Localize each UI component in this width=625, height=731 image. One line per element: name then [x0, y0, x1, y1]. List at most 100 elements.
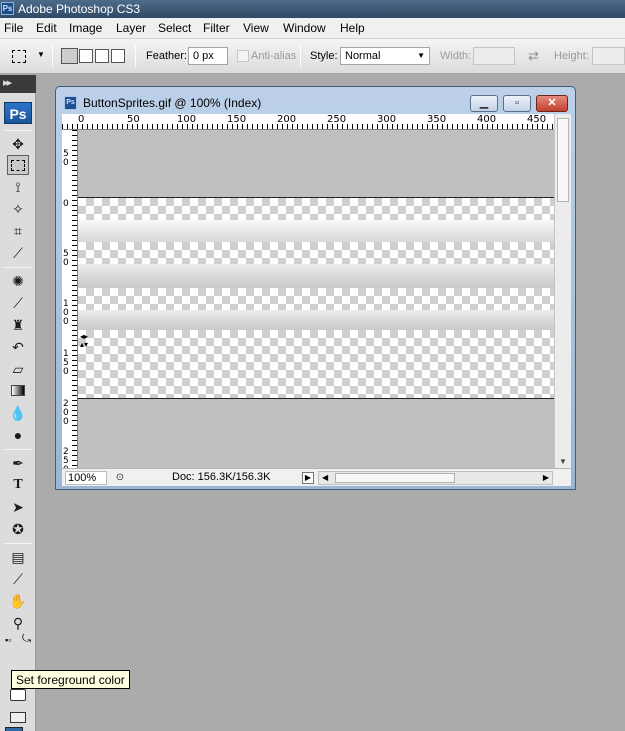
status-options-icon[interactable]: ⊙: [112, 471, 128, 485]
vertical-ruler[interactable]: 50 0 50 100 150 200 250: [62, 130, 78, 468]
menu-view[interactable]: View: [243, 21, 269, 35]
move-tool-icon[interactable]: ✥: [7, 134, 29, 154]
tools-panel-grip[interactable]: ▸▸: [0, 75, 36, 93]
hand-tool-icon[interactable]: ✋: [7, 591, 29, 611]
blur-tool-icon[interactable]: 💧: [7, 403, 29, 423]
minimize-button[interactable]: ▁: [470, 95, 498, 112]
swap-colors-icon[interactable]: ⤿: [22, 633, 31, 646]
foreground-color-swatch[interactable]: [5, 727, 23, 731]
menu-window[interactable]: Window: [283, 21, 326, 35]
ruler-label: 150: [63, 349, 69, 377]
screen-mode-icon[interactable]: [10, 712, 26, 723]
history-brush-tool-icon[interactable]: ↶: [7, 337, 29, 357]
feather-value: 0 px: [193, 50, 214, 62]
selection-mode-new[interactable]: [61, 48, 78, 64]
tools-separator: [4, 449, 32, 450]
transparency-band: [78, 330, 554, 398]
maximize-button[interactable]: ▫: [503, 95, 531, 112]
transparency-band: [78, 242, 554, 264]
menu-edit[interactable]: Edit: [36, 21, 57, 35]
menu-file[interactable]: File: [4, 21, 23, 35]
menu-image[interactable]: Image: [69, 21, 102, 35]
selection-mode-subtract[interactable]: [95, 49, 109, 63]
antialias-label: Anti-alias: [251, 50, 297, 62]
scroll-thumb[interactable]: [557, 118, 569, 202]
ruler-label: 50: [63, 249, 69, 268]
ruler-label: 100: [63, 299, 69, 327]
tools-panel: ▸▸ Ps ✥ ⟟ ✧ ⌗ ⟋ ✺ ⟋ ♜ ↶ ▱ 💧 ● ✒ T ➤ ✪ ▤ …: [0, 75, 36, 731]
style-label: Style:: [310, 50, 338, 62]
eraser-tool-icon[interactable]: ▱: [7, 359, 29, 379]
path-selection-tool-icon[interactable]: ➤: [7, 497, 29, 517]
healing-brush-tool-icon[interactable]: ✺: [7, 271, 29, 291]
scroll-down-icon[interactable]: ▼: [559, 457, 567, 466]
transparency-band: [78, 198, 554, 220]
close-button[interactable]: ✕: [536, 95, 568, 112]
height-label: Height:: [554, 50, 589, 62]
ruler-ticks: [72, 130, 77, 468]
height-input[interactable]: [592, 47, 625, 65]
minimize-icon: ▁: [479, 97, 489, 109]
gradient-swatch-icon: [11, 385, 25, 396]
crop-tool-icon[interactable]: ⌗: [7, 221, 29, 241]
swap-dimensions-icon[interactable]: ⇄: [528, 48, 539, 64]
chevron-down-icon: ▼: [37, 50, 45, 59]
transform-handle-icon[interactable]: ◂▸ ▴▾: [80, 333, 88, 349]
marquee-tool-icon[interactable]: [7, 155, 29, 175]
slice-tool-icon[interactable]: ⟋: [7, 243, 29, 263]
collapse-arrows-icon: ▸▸: [3, 77, 12, 89]
magic-wand-tool-icon[interactable]: ✧: [7, 199, 29, 219]
scroll-right-icon[interactable]: ▶: [543, 473, 549, 482]
options-separator: [300, 45, 301, 67]
horizontal-scrollbar[interactable]: ◀ ▶: [318, 471, 553, 485]
selection-mode-add[interactable]: [79, 49, 93, 63]
notes-tool-icon[interactable]: ▤: [7, 547, 29, 567]
ruler-label: 200: [277, 114, 297, 125]
pen-tool-icon[interactable]: ✒: [7, 453, 29, 473]
tooltip: Set foreground color: [11, 670, 130, 689]
ruler-label: 250: [327, 114, 347, 125]
ruler-label: 250: [63, 447, 69, 469]
style-select[interactable]: Normal ▼: [340, 47, 430, 65]
default-colors-icon[interactable]: ▪▫: [5, 635, 11, 645]
horizontal-ruler[interactable]: 0 50 100 150 200 250 300 350 400 450: [62, 114, 554, 130]
quick-mask-icon[interactable]: [10, 689, 26, 701]
menu-layer[interactable]: Layer: [116, 21, 146, 35]
selection-mode-intersect[interactable]: [111, 49, 125, 63]
ruler-label: 200: [63, 399, 69, 427]
close-icon: ✕: [547, 97, 557, 109]
tool-preset-picker[interactable]: ▼: [7, 47, 45, 67]
doc-size-info: Doc: 156.3K/156.3K: [172, 471, 271, 483]
menu-filter[interactable]: Filter: [203, 21, 230, 35]
lasso-tool-icon[interactable]: ⟟: [7, 177, 29, 197]
menu-select[interactable]: Select: [158, 21, 191, 35]
ruler-label: 300: [377, 114, 397, 125]
dodge-tool-icon[interactable]: ●: [7, 425, 29, 445]
status-menu-arrow-icon[interactable]: ▶: [302, 472, 314, 484]
antialias-checkbox[interactable]: [237, 50, 249, 62]
pasteboard-area: [78, 130, 554, 198]
maximize-icon: ▫: [515, 97, 519, 109]
eyedropper-tool-icon[interactable]: ⟋: [7, 569, 29, 589]
feather-input[interactable]: 0 px: [188, 47, 228, 65]
type-tool-icon[interactable]: T: [7, 475, 29, 495]
scroll-thumb[interactable]: [335, 473, 455, 483]
marquee-preset-icon: [12, 50, 26, 63]
zoom-level-field[interactable]: 100%: [65, 471, 107, 485]
ruler-label: 400: [477, 114, 497, 125]
button-sprite-active: [78, 310, 554, 330]
document-title: ButtonSprites.gif @ 100% (Index): [83, 96, 262, 110]
menu-help[interactable]: Help: [340, 21, 365, 35]
width-input[interactable]: [473, 47, 515, 65]
scroll-left-icon[interactable]: ◀: [322, 473, 328, 482]
image-canvas[interactable]: ◂▸ ▴▾: [78, 130, 554, 468]
options-bar: ▼ Feather: 0 px Anti-alias Style: Normal…: [0, 39, 625, 74]
custom-shape-tool-icon[interactable]: ✪: [7, 519, 29, 539]
clone-stamp-tool-icon[interactable]: ♜: [7, 315, 29, 335]
vertical-scrollbar[interactable]: ▼: [554, 114, 571, 468]
brush-tool-icon[interactable]: ⟋: [7, 293, 29, 313]
tools-separator: [4, 543, 32, 544]
gradient-tool-icon[interactable]: [7, 381, 29, 401]
ruler-label: 150: [227, 114, 247, 125]
zoom-tool-icon[interactable]: ⚲: [7, 613, 29, 633]
